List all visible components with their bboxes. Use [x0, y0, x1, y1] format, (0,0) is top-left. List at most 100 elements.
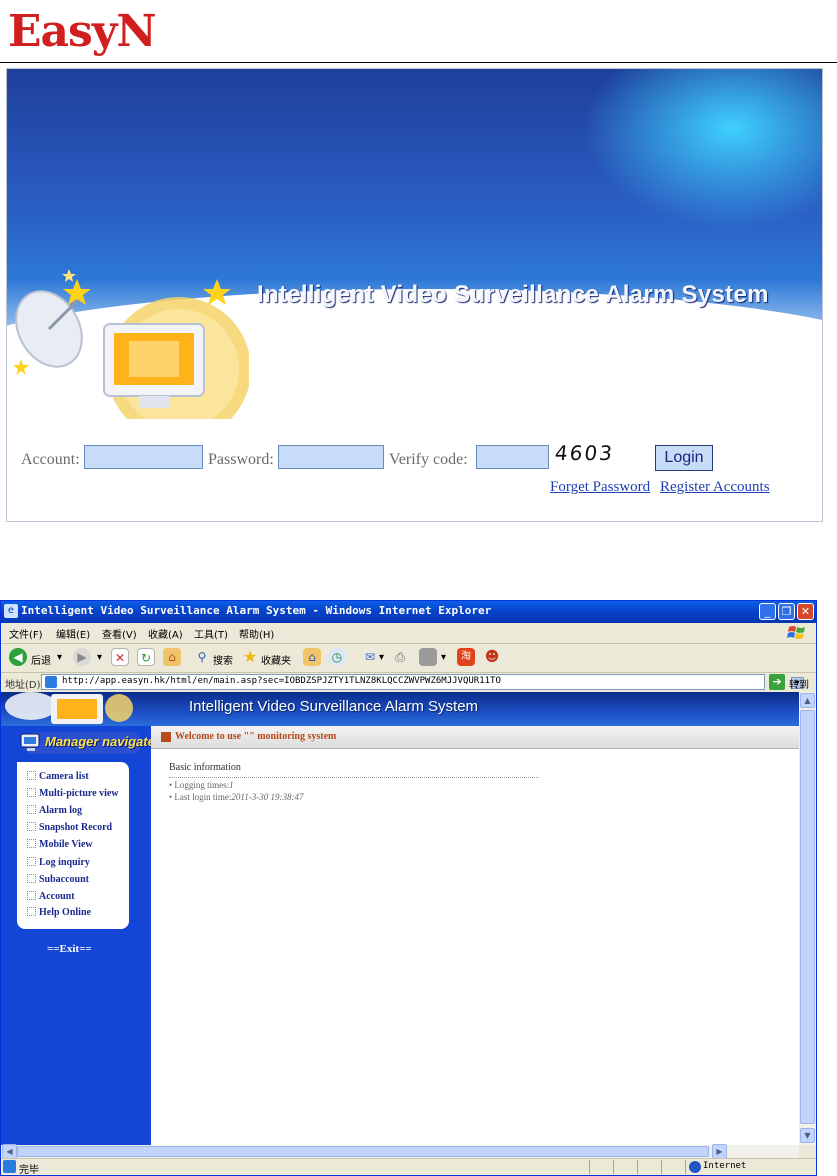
vertical-scrollbar[interactable]: ▲ ▼ — [799, 692, 816, 1145]
address-url[interactable]: http://app.easyn.hk/html/en/main.asp?sec… — [62, 676, 501, 686]
login-panel: Intelligent Video Surveillance Alarm Sys… — [6, 68, 823, 522]
nav-log-inquiry[interactable]: Log inquiry — [27, 857, 90, 868]
page-icon — [45, 676, 57, 688]
address-label: 地址(D) — [5, 680, 41, 691]
welcome-bullet-icon — [161, 732, 171, 742]
welcome-text: Welcome to use "" monitoring system — [175, 731, 337, 742]
favorites-star-icon[interactable]: ★ — [241, 648, 259, 666]
refresh-icon[interactable]: ↻ — [137, 648, 155, 666]
ie-browser-window: e Intelligent Video Surveillance Alarm S… — [0, 600, 817, 1176]
edit-icon[interactable] — [419, 648, 437, 666]
scroll-left-icon[interactable]: ◀ — [2, 1144, 17, 1159]
internet-globe-icon — [689, 1161, 701, 1173]
window-title: Intelligent Video Surveillance Alarm Sys… — [21, 604, 492, 617]
print-icon[interactable]: ⎙ — [391, 648, 409, 666]
mail-dropdown-icon[interactable]: ▾ — [379, 652, 384, 663]
back-label[interactable]: 后退 — [31, 652, 51, 667]
basic-info-section: Basic information • Logging times:1 • La… — [169, 762, 549, 802]
scroll-down-icon[interactable]: ▼ — [800, 1128, 815, 1143]
back-dropdown-icon[interactable]: ▾ — [57, 652, 62, 663]
login-button[interactable]: Login — [655, 445, 713, 471]
status-bar: 完毕 Internet — [1, 1158, 816, 1176]
nav-bullet-icon — [27, 907, 36, 916]
windows-flag-icon — [787, 626, 805, 639]
forward-arrow-icon[interactable]: ▶ — [73, 648, 91, 666]
horizontal-scrollbar[interactable]: ◀ ▶ — [1, 1144, 799, 1159]
horizontal-scroll-thumb[interactable] — [17, 1146, 709, 1157]
password-input[interactable] — [278, 445, 384, 469]
forward-dropdown-icon[interactable]: ▾ — [97, 652, 102, 663]
history-icon[interactable]: ◷ — [328, 648, 346, 666]
nav-camera-list[interactable]: Camera list — [27, 771, 89, 782]
password-label: Password: — [208, 451, 274, 468]
nav-bullet-icon — [27, 891, 36, 900]
satellite-monitor-illustration — [13, 269, 249, 419]
nav-bullet-icon — [27, 788, 36, 797]
toolbar-addon-icon[interactable]: 淘 — [457, 648, 475, 666]
forget-password-link[interactable]: Forget Password — [550, 479, 650, 496]
address-input[interactable]: http://app.easyn.hk/html/en/main.asp?sec… — [41, 674, 804, 690]
window-titlebar[interactable]: e Intelligent Video Surveillance Alarm S… — [1, 601, 816, 623]
nav-multi-picture-view[interactable]: Multi-picture view — [27, 788, 119, 799]
nav-bullet-icon — [27, 771, 36, 780]
edit-dropdown-icon[interactable]: ▾ — [441, 652, 446, 663]
stop-icon[interactable]: ✕ — [111, 648, 129, 666]
header-divider — [0, 62, 837, 63]
nav-subaccount[interactable]: Subaccount — [27, 874, 89, 885]
nav-mobile-view[interactable]: Mobile View — [27, 839, 93, 850]
address-bar: 地址(D) http://app.easyn.hk/html/en/main.a… — [1, 673, 816, 693]
messenger-icon[interactable]: ☻ — [483, 648, 501, 666]
scroll-right-icon[interactable]: ▶ — [712, 1144, 727, 1159]
menu-edit[interactable]: 编辑(E) — [56, 626, 90, 641]
last-login-line: • Last login time:2011-3-30 19:38:47 — [169, 792, 304, 802]
menu-tools[interactable]: 工具(T) — [194, 626, 228, 641]
status-text: 完毕 — [19, 1165, 39, 1176]
manager-navigate-label: Manager navigate — [45, 734, 155, 749]
verify-code-label: Verify code: — [389, 451, 468, 468]
minimize-button[interactable]: _ — [759, 603, 776, 620]
nav-bullet-icon — [27, 805, 36, 814]
exit-link[interactable]: ==Exit== — [47, 943, 92, 955]
easyn-logo: EasyN — [8, 6, 157, 57]
menu-file[interactable]: 文件(F) — [9, 626, 43, 641]
account-input[interactable] — [84, 445, 203, 469]
verify-code-input[interactable] — [476, 445, 549, 469]
scroll-up-icon[interactable]: ▲ — [800, 693, 815, 708]
menu-help[interactable]: 帮助(H) — [239, 626, 274, 641]
nav-help-online[interactable]: Help Online — [27, 907, 91, 918]
nav-alarm-log[interactable]: Alarm log — [27, 805, 82, 816]
favorites-label[interactable]: 收藏夹 — [261, 652, 291, 667]
nav-panel: Camera list Multi-picture view Alarm log… — [17, 762, 129, 929]
page-viewport: Intelligent Video Surveillance Alarm Sys… — [1, 692, 799, 1145]
back-arrow-icon[interactable]: ◀ — [9, 648, 27, 666]
close-button[interactable]: ✕ — [797, 603, 814, 620]
mail-icon[interactable]: ✉ — [361, 648, 379, 666]
search-label[interactable]: 搜索 — [213, 652, 233, 667]
login-system-title: Intelligent Video Surveillance Alarm Sys… — [257, 281, 769, 308]
media-icon[interactable]: ⌂ — [303, 648, 321, 666]
manager-navigate-banner: Manager navigate — [20, 732, 155, 754]
search-icon[interactable]: ⚲ — [193, 648, 211, 666]
ie-icon: e — [4, 604, 18, 618]
menu-view[interactable]: 查看(V) — [102, 626, 137, 641]
internet-zone-label: Internet — [703, 1161, 747, 1171]
vertical-scroll-thumb[interactable] — [800, 710, 815, 1124]
maximize-button[interactable]: ❐ — [778, 603, 795, 620]
basic-info-heading: Basic information — [169, 762, 241, 773]
header-monitor-illustration — [5, 692, 133, 724]
nav-bullet-icon — [27, 822, 36, 831]
nav-snapshot-record[interactable]: Snapshot Record — [27, 822, 112, 833]
sidebar: Manager navigate Camera list Multi-pictu… — [1, 726, 155, 1145]
nav-account[interactable]: Account — [27, 891, 75, 902]
status-page-icon — [3, 1160, 16, 1173]
go-label[interactable]: 转到 — [789, 676, 809, 691]
nav-bullet-icon — [27, 857, 36, 866]
go-arrow-icon[interactable]: ➔ — [769, 674, 785, 690]
home-icon[interactable]: ⌂ — [163, 648, 181, 666]
menu-bar: 文件(F) 编辑(E) 查看(V) 收藏(A) 工具(T) 帮助(H) — [1, 623, 816, 644]
menu-favorites[interactable]: 收藏(A) — [148, 626, 183, 641]
verify-code-image: 4603 — [553, 441, 616, 465]
register-accounts-link[interactable]: Register Accounts — [660, 479, 770, 496]
welcome-bar: Welcome to use "" monitoring system — [151, 726, 799, 749]
account-label: Account: — [21, 451, 80, 468]
